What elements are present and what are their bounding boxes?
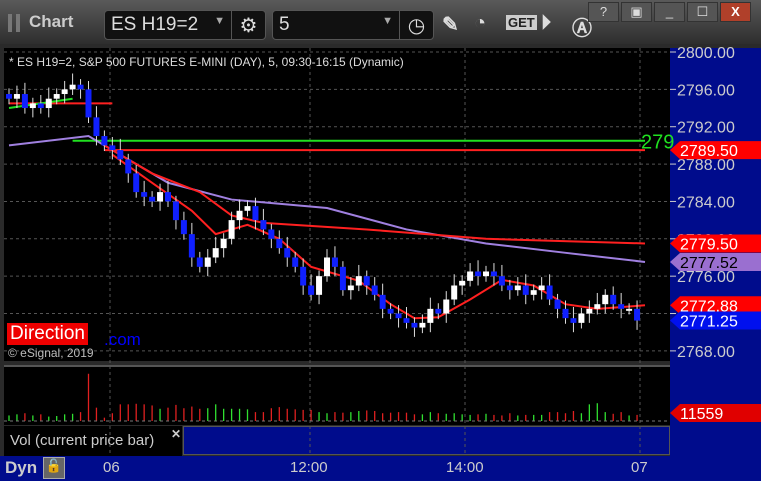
price-tick: 2784.00 xyxy=(677,194,735,211)
candle-body xyxy=(331,257,338,267)
candle-body xyxy=(626,308,633,311)
candle-body xyxy=(467,271,474,281)
candle-body xyxy=(339,266,346,291)
candle-body xyxy=(228,220,235,239)
candle-body xyxy=(347,285,354,291)
candle-body xyxy=(109,145,116,151)
candle-body xyxy=(300,266,307,286)
candle-body xyxy=(395,313,402,319)
candle-body xyxy=(324,257,330,277)
candle-body xyxy=(157,192,164,202)
candle-body xyxy=(85,89,92,118)
candle-body xyxy=(634,308,641,321)
candle-body xyxy=(379,294,386,309)
candle-body xyxy=(538,285,545,291)
candle-body xyxy=(276,238,283,249)
candle-body xyxy=(29,103,36,109)
price-label: 2777.52 xyxy=(680,255,738,272)
candle-body xyxy=(6,94,12,99)
green-level-label: 279 xyxy=(641,132,674,154)
copyright: © eSignal, 2019 xyxy=(8,346,94,360)
candle-body xyxy=(77,84,84,90)
volume-last-label: 11559 xyxy=(680,406,723,423)
candle-body xyxy=(459,280,466,286)
candle-body xyxy=(292,257,299,267)
candle-body xyxy=(506,285,513,291)
line-purple-ma xyxy=(8,135,646,263)
watermark-logo: Direction xyxy=(7,323,88,345)
candle-body xyxy=(13,94,20,99)
candle-body xyxy=(443,299,450,314)
candle-body xyxy=(93,117,100,137)
candle-body xyxy=(196,257,203,267)
price-label: 2771.25 xyxy=(680,314,738,331)
candle-body xyxy=(117,150,124,160)
candle-body xyxy=(149,196,156,202)
candle-body xyxy=(21,94,28,109)
candle-body xyxy=(514,285,521,291)
candle-body xyxy=(180,220,187,235)
candle-body xyxy=(570,318,577,323)
watermark-suffix: .com xyxy=(104,330,141,349)
price-tick: 2792.00 xyxy=(677,120,735,137)
candle-body xyxy=(53,94,60,99)
candle-body xyxy=(483,271,489,277)
candle-body xyxy=(260,220,267,230)
candle-body xyxy=(355,276,362,286)
price-tick: 2768.00 xyxy=(677,344,735,361)
candle-body xyxy=(602,294,609,305)
candle-body xyxy=(165,192,171,202)
candle-body xyxy=(475,271,482,277)
candle-body xyxy=(411,322,418,328)
candle-body xyxy=(427,308,434,323)
candle-body xyxy=(546,285,553,300)
chart-plot: 2800.002796.002792.002788.002784.002780.… xyxy=(4,45,761,455)
candle-body xyxy=(252,206,259,221)
candle-body xyxy=(530,290,537,295)
price-label: 2779.50 xyxy=(680,236,738,253)
candle-body xyxy=(308,285,315,295)
candle-body xyxy=(554,299,561,309)
candle-body xyxy=(268,229,275,239)
candle-body xyxy=(498,276,505,286)
candle-body xyxy=(244,206,251,211)
candle-body xyxy=(61,89,68,95)
candle-body xyxy=(610,294,617,305)
candle-body xyxy=(204,257,211,267)
candle-body xyxy=(125,159,132,174)
candle-body xyxy=(101,136,108,146)
candle-body xyxy=(45,98,52,109)
candle-body xyxy=(284,248,291,258)
candle-body xyxy=(188,234,195,258)
chart-header: * ES H19=2, S&P 500 FUTURES E-MINI (DAY)… xyxy=(9,55,404,69)
candle-body xyxy=(133,173,140,193)
candle-body xyxy=(594,304,601,309)
candle-body xyxy=(387,308,394,314)
candle-body xyxy=(363,276,370,286)
candle-body xyxy=(586,308,593,314)
candle-body xyxy=(141,192,148,197)
candle-body xyxy=(172,201,179,221)
candle-body xyxy=(69,84,76,90)
candle-body xyxy=(316,276,323,295)
candle-body xyxy=(419,322,426,328)
price-label: 2789.50 xyxy=(680,143,738,160)
candle-body xyxy=(212,248,219,258)
candle-body xyxy=(220,238,227,249)
price-tick: 2800.00 xyxy=(677,45,735,62)
candle-body xyxy=(403,318,410,323)
candle-body xyxy=(371,285,378,295)
candle-body xyxy=(236,210,243,221)
candle-body xyxy=(451,285,458,300)
candle-body xyxy=(618,304,625,309)
candle-body xyxy=(578,313,585,323)
candle-body xyxy=(37,103,44,109)
candle-body xyxy=(490,271,497,277)
candle-body xyxy=(435,308,442,314)
candle-body xyxy=(522,285,529,295)
price-tick: 2796.00 xyxy=(677,82,735,99)
candle-body xyxy=(562,308,569,319)
